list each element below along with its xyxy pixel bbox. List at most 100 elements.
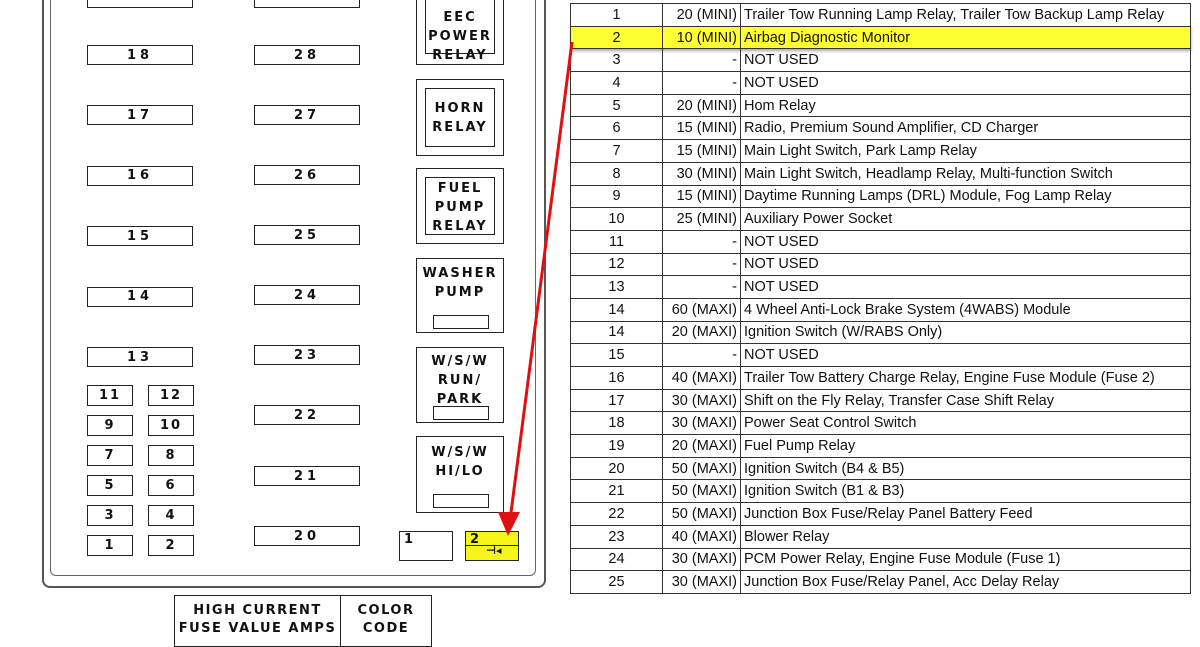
fuse-amps-cell: 10 (MINI) <box>662 25 741 50</box>
fuse-number-cell: 8 <box>570 161 663 186</box>
relay-label: W/S/W HI/LO <box>431 445 489 479</box>
fuse-amps-cell: 30 (MINI) <box>662 161 741 186</box>
fuse-description-cell: Shift on the Fly Relay, Transfer Case Sh… <box>740 388 1191 413</box>
table-row: 16 40 (MAXI) Trailer Tow Battery Charge Re… <box>570 366 1191 390</box>
relay-horn[interactable]: HORN RELAY <box>416 79 504 156</box>
fuse-number-cell: 9 <box>570 184 663 209</box>
mini-fuse-slot[interactable]: 6 <box>148 475 194 496</box>
mini-fuse-slot[interactable]: 11 <box>87 385 133 406</box>
mini-fuse-slot[interactable]: 3 <box>87 505 133 526</box>
maxi-fuse-slot-2[interactable]: 2 ⊣◂ <box>465 531 519 561</box>
relay-slot <box>433 494 489 508</box>
fuse-number-cell: 4 <box>570 71 663 95</box>
fuse-number-cell: 24 <box>570 547 663 572</box>
fuse-amps-cell: - <box>662 252 741 277</box>
fuse-description-cell: Junction Box Fuse/Relay Panel, Acc Delay… <box>740 570 1191 594</box>
fuse-amps-cell: 30 (MAXI) <box>662 547 741 572</box>
fuse-slot[interactable]: 27 <box>254 105 360 125</box>
mini-fuse-slot[interactable]: 1 <box>87 535 133 556</box>
fuse-amps-cell: - <box>662 48 741 73</box>
table-row: 2 10 (MINI) Airbag Diagnostic Monitor <box>570 25 1191 50</box>
relay-eec-power[interactable]: EEC POWER RELAY <box>416 0 504 65</box>
fuse-description-cell: Ignition Switch (B4 & B5) <box>740 456 1191 481</box>
mini-fuse-slot[interactable]: 8 <box>148 445 194 466</box>
fuse-description-cell: Main Light Switch, Park Lamp Relay <box>740 139 1191 163</box>
table-row: 11- NOT USED <box>570 229 1191 254</box>
fuse-number-cell: 1 <box>570 3 663 27</box>
mini-fuse-slot[interactable]: 5 <box>87 475 133 496</box>
mini-fuse-slot[interactable]: 10 <box>148 415 194 436</box>
fuse-slot[interactable]: 14 <box>87 286 193 307</box>
fuse-box-diagram: 18 17 16 15 14 13 28 27 26 25 24 23 22 21 20 11 12 9 10 7… <box>0 0 565 647</box>
fuse-slot[interactable]: 17 <box>87 105 193 126</box>
fuse-slot[interactable]: 26 <box>254 165 360 185</box>
fuse-description-cell: 4 Wheel Anti-Lock Brake System (4WABS) M… <box>740 297 1191 322</box>
fuse-slot[interactable]: 20 <box>254 526 360 546</box>
table-row: 3- NOT USED <box>570 48 1191 73</box>
fuse-table: 1 20 (MINI) Trailer Tow Running Lamp Relay… <box>570 3 1191 594</box>
legend-header-color: COLOR CODE <box>357 603 415 636</box>
fuse-slot[interactable]: 18 <box>87 45 193 65</box>
fuse-number-cell: 22 <box>570 502 663 526</box>
fuse-slot[interactable]: 13 <box>87 347 193 367</box>
mini-fuse-slot[interactable]: 4 <box>148 505 194 526</box>
legend-table: HIGH CURRENT FUSE VALUE AMPS COLOR CODE <box>174 595 432 647</box>
fuse-number-cell: 11 <box>570 229 663 254</box>
table-row: 23 40 (MAXI) Blower Relay <box>570 524 1191 549</box>
relay-slot <box>433 406 489 420</box>
mini-fuse-slot[interactable]: 2 <box>148 535 194 556</box>
fuse-amps-cell: - <box>662 343 741 367</box>
fuse-slot[interactable]: 16 <box>87 165 193 186</box>
table-row: 14 60 (MAXI) 4 Wheel Anti-Lock Brake Syste… <box>570 297 1191 322</box>
fuse-slot[interactable]: 25 <box>254 225 360 245</box>
fuse-number-cell: 12 <box>570 252 663 277</box>
fuse-amps-cell: 20 (MINI) <box>662 3 741 27</box>
maxi-fuse-slot-1[interactable]: 1 <box>399 531 453 561</box>
table-row: 18 30 (MAXI) Power Seat Control Switch <box>570 411 1191 436</box>
fuse-number-cell: 17 <box>570 388 663 413</box>
fuse-slot[interactable]: 22 <box>254 405 360 425</box>
fuse-slot[interactable]: 21 <box>254 466 360 486</box>
relay-label: W/S/W RUN/ PARK <box>431 354 489 407</box>
relay-wsw-run-park[interactable]: W/S/W RUN/ PARK <box>416 347 504 423</box>
table-row: 20 50 (MAXI) Ignition Switch (B4 & B5) <box>570 456 1191 481</box>
fuse-description-cell: Daytime Running Lamps (DRL) Module, Fog … <box>740 184 1191 209</box>
fuse-slot[interactable]: 15 <box>87 226 193 247</box>
table-row: 9 15 (MINI) Daytime Running Lamps (DRL) Mo… <box>570 184 1191 209</box>
table-row: 17 30 (MAXI) Shift on the Fly Relay, Trans… <box>570 388 1191 413</box>
fuse-description-cell: NOT USED <box>740 229 1191 254</box>
fuse-slot[interactable]: 24 <box>254 285 360 305</box>
mini-fuse-slot[interactable]: 12 <box>148 385 194 406</box>
table-row: 19 20 (MAXI) Fuel Pump Relay <box>570 434 1191 458</box>
table-row: 4- NOT USED <box>570 71 1191 95</box>
table-row: 21 50 (MAXI) Ignition Switch (B1 & B3) <box>570 479 1191 504</box>
fuse-amps-cell: 50 (MAXI) <box>662 479 741 504</box>
table-row: 14 20 (MAXI) Ignition Switch (W/RABS Only) <box>570 320 1191 345</box>
table-row: 7 15 (MINI) Main Light Switch, Park Lamp R… <box>570 139 1191 163</box>
fuse-amps-cell: 15 (MINI) <box>662 184 741 209</box>
fuse-amps-cell: 20 (MINI) <box>662 93 741 118</box>
maxi-fuse-label: 1 <box>404 532 414 547</box>
fuse-number-cell: 23 <box>570 524 663 549</box>
relay-fuel-pump[interactable]: FUEL PUMP RELAY <box>416 168 504 244</box>
table-row: 12- NOT USED <box>570 252 1191 277</box>
relay-washer-pump[interactable]: WASHER PUMP <box>416 258 504 333</box>
fuse-slot-top-right-cut <box>254 0 360 8</box>
table-row: 24 30 (MAXI) PCM Power Relay, Engine Fuse … <box>570 547 1191 572</box>
fuse-number-cell: 16 <box>570 366 663 390</box>
fuse-description-cell: NOT USED <box>740 343 1191 367</box>
fuse-description-cell: NOT USED <box>740 275 1191 299</box>
fuse-number-cell: 13 <box>570 275 663 299</box>
fuse-slot[interactable]: 28 <box>254 45 360 65</box>
mini-fuse-slot[interactable]: 9 <box>87 415 133 436</box>
fuse-amps-cell: 20 (MAXI) <box>662 320 741 345</box>
relay-label: EEC POWER RELAY <box>428 10 492 63</box>
fuse-number-cell: 14 <box>570 320 663 345</box>
table-row: 22 50 (MAXI) Junction Box Fuse/Relay Panel… <box>570 502 1191 526</box>
fuse-amps-cell: 30 (MAXI) <box>662 411 741 436</box>
table-row: 6 15 (MINI) Radio, Premium Sound Amplifier… <box>570 116 1191 141</box>
fuse-amps-cell: 40 (MAXI) <box>662 366 741 390</box>
relay-wsw-hi-lo[interactable]: W/S/W HI/LO <box>416 436 504 513</box>
mini-fuse-slot[interactable]: 7 <box>87 445 133 466</box>
fuse-slot[interactable]: 23 <box>254 345 360 365</box>
